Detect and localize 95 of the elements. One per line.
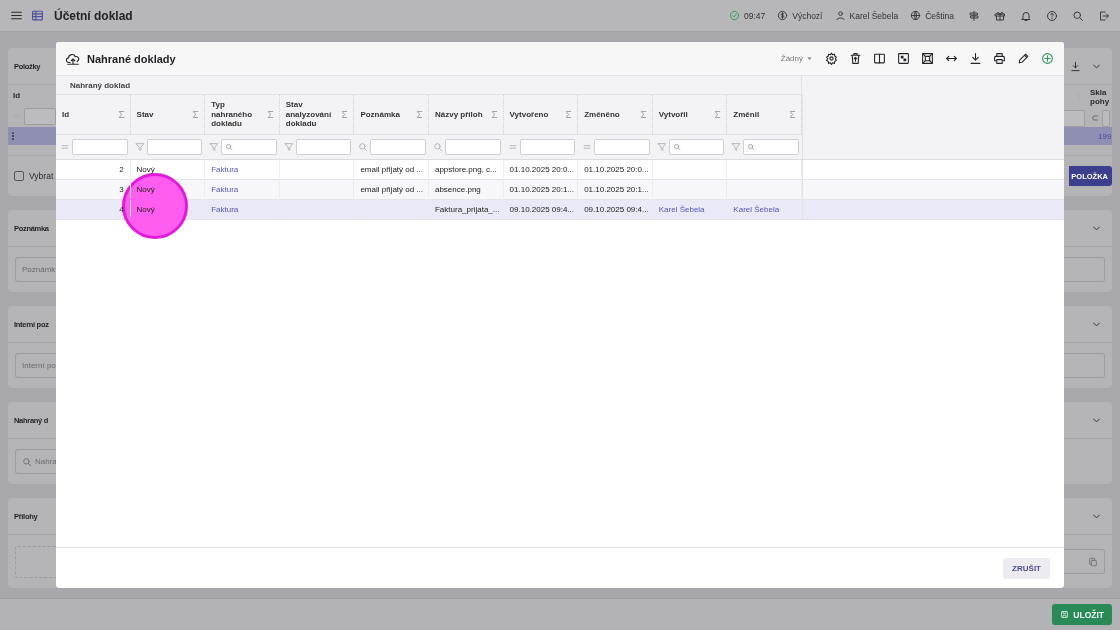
globe-icon xyxy=(910,10,922,21)
filter-icon[interactable] xyxy=(209,142,220,152)
cancel-button[interactable]: ZRUŠIT xyxy=(1003,557,1050,579)
signpost-icon[interactable] xyxy=(968,9,980,22)
column-header: Skla pohy xyxy=(1090,87,1108,107)
table-cell: appstore.png, c... xyxy=(428,160,504,178)
column-header[interactable]: Id xyxy=(62,109,112,120)
table-cell: 2 xyxy=(56,160,131,178)
menu-icon[interactable] xyxy=(10,9,23,22)
language-label[interactable]: Čeština xyxy=(925,10,954,21)
column-header[interactable]: Typ nahraného dokladu xyxy=(211,100,262,129)
table-link[interactable]: Faktura xyxy=(205,180,280,198)
filter-icon[interactable] xyxy=(656,142,667,152)
table-link[interactable]: Karel Šebela xyxy=(727,200,802,218)
table-row[interactable]: 3 Nový Faktura email přijatý od ... absence.png 01.10.2025 20:1... 01.10.2025 20:1... xyxy=(56,180,1064,200)
table-cell: absence.png xyxy=(428,180,504,198)
download-icon[interactable] xyxy=(1070,60,1081,72)
table-row[interactable]: 4 Nový Faktura Faktura_prijata_... 09.10.2025 09:4... 09.10.2025 09:4... Karel Šebela Karel Šebela xyxy=(56,200,1064,220)
filter-icon[interactable] xyxy=(731,142,742,152)
column-header[interactable]: Názvy příloh xyxy=(434,109,485,120)
group-header: Nahraný doklad xyxy=(70,80,130,90)
bell-icon[interactable] xyxy=(1020,9,1032,22)
filter-field[interactable] xyxy=(72,139,128,155)
filter-field[interactable] xyxy=(668,139,725,155)
filter-field[interactable] xyxy=(519,139,576,155)
view-dropdown[interactable]: Žádný xyxy=(780,54,814,63)
table-cell: 09.10.2025 09:4... xyxy=(503,200,579,218)
page-title: Účetní doklad xyxy=(54,8,133,23)
table-cell: 01.10.2025 20:0... xyxy=(503,160,579,178)
time-label: 09:47 xyxy=(743,10,766,21)
filter-field[interactable] xyxy=(370,139,426,155)
squares-icon[interactable] xyxy=(897,52,910,65)
help-icon[interactable] xyxy=(1046,9,1058,22)
column-header: Id xyxy=(13,90,21,100)
search-icon xyxy=(672,143,681,151)
equals-icon[interactable] xyxy=(60,142,70,152)
add-icon[interactable] xyxy=(1041,52,1054,65)
filter-icon[interactable] xyxy=(283,142,294,152)
profile-label[interactable]: Výchozí xyxy=(792,10,823,21)
table-cell: Faktura_prijata_... xyxy=(428,200,504,218)
dollar-icon xyxy=(777,10,789,21)
download-icon[interactable] xyxy=(969,52,982,65)
dialog-title: Nahrané doklady xyxy=(87,52,176,65)
filter-field[interactable] xyxy=(221,139,277,155)
print-icon[interactable] xyxy=(993,52,1006,65)
filter-field[interactable] xyxy=(594,139,650,155)
trash-icon[interactable] xyxy=(849,52,862,65)
filter-field[interactable] xyxy=(295,139,352,155)
settings-icon[interactable] xyxy=(825,52,838,65)
table-cell: 09.10.2025 09:4... xyxy=(578,200,653,218)
user-icon xyxy=(834,10,846,21)
save-button[interactable]: ULOŽIT xyxy=(1052,604,1112,625)
caret-icon xyxy=(805,54,814,63)
gift-icon[interactable] xyxy=(994,9,1006,22)
subset-icon xyxy=(1091,114,1099,122)
check-circle-icon xyxy=(728,10,740,21)
filter-field[interactable] xyxy=(146,139,203,155)
save-icon xyxy=(1060,610,1070,619)
column-header[interactable]: Vytvořil xyxy=(658,109,709,120)
table-cell: 01.10.2025 20:0... xyxy=(578,160,653,178)
logout-icon[interactable] xyxy=(1098,9,1110,22)
table-link[interactable]: Faktura xyxy=(205,200,280,218)
search-icon[interactable] xyxy=(1072,9,1084,22)
columns-icon[interactable] xyxy=(873,52,886,65)
equals-icon[interactable] xyxy=(507,142,518,152)
table-link[interactable]: Faktura xyxy=(205,160,280,178)
pencil-icon[interactable] xyxy=(1017,52,1030,65)
table-cell: email přijatý od ... xyxy=(354,180,429,198)
frame-icon[interactable] xyxy=(921,52,934,65)
checkbox-label: Vybrat xyxy=(29,171,54,181)
column-header[interactable]: Stav analyzování dokladu xyxy=(285,100,336,129)
table-cell: 01.10.2025 20:1... xyxy=(503,180,579,198)
copy-icon[interactable] xyxy=(1088,556,1098,567)
column-header[interactable]: Změnil xyxy=(733,109,784,120)
table-icon xyxy=(31,9,44,22)
checkbox[interactable] xyxy=(14,171,24,181)
column-header[interactable]: Vytvořeno xyxy=(509,109,560,120)
cloud-upload-icon xyxy=(66,51,80,66)
user-name[interactable]: Karel Šebela xyxy=(849,10,899,21)
column-header[interactable]: Stav xyxy=(136,109,187,120)
filter-field[interactable] xyxy=(24,107,56,125)
equals-icon[interactable] xyxy=(582,142,593,152)
search-icon xyxy=(225,143,234,151)
filter-icon[interactable] xyxy=(134,142,145,152)
table-link[interactable]: Karel Šebela xyxy=(652,200,728,218)
table-cell: 01.10.2025 20:1... xyxy=(578,180,653,198)
search-icon xyxy=(747,143,756,151)
search-icon xyxy=(22,456,32,467)
table-cell: email přijatý od ... xyxy=(354,160,429,178)
filter-field[interactable] xyxy=(444,139,501,155)
column-header[interactable]: Změněno xyxy=(584,109,635,120)
filter-field[interactable] xyxy=(1102,109,1110,127)
column-header[interactable]: Poznámka xyxy=(360,109,411,120)
filter-field[interactable] xyxy=(743,139,799,155)
filter-field[interactable] xyxy=(1064,109,1085,127)
